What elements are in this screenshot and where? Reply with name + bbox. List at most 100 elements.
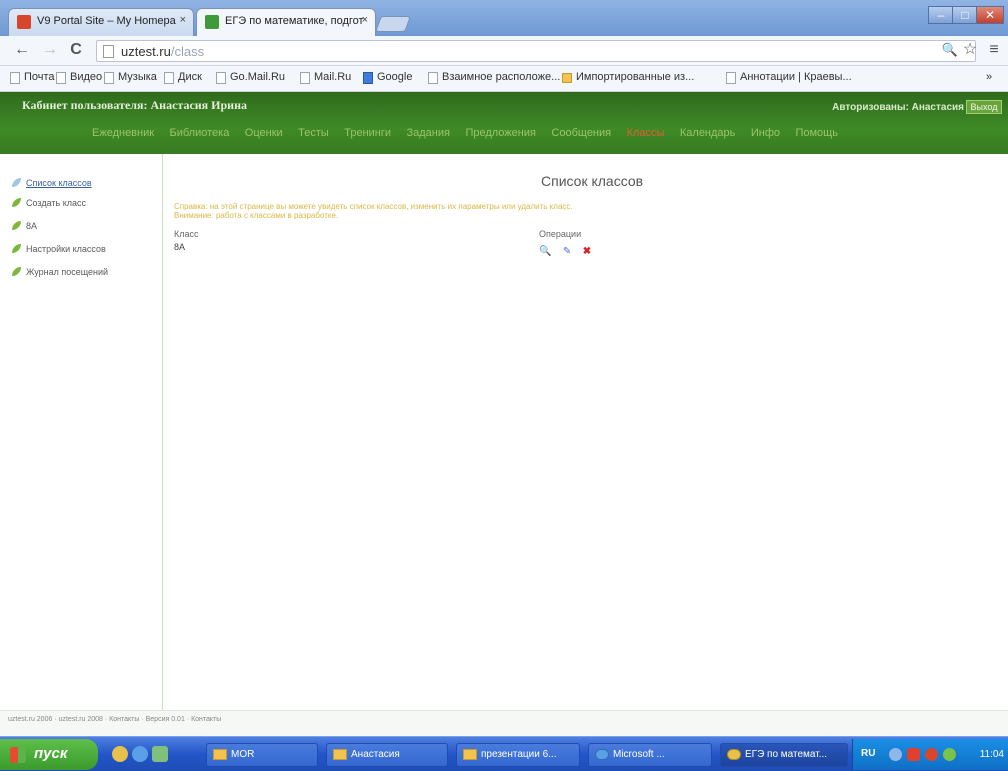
bookmark-label: Импортированные из... [576, 71, 695, 83]
help-text: Справка: на этой странице вы можете увид… [174, 202, 794, 220]
nav-item[interactable]: Задания [407, 127, 450, 139]
chrome-icon[interactable] [112, 746, 128, 762]
bookmark-item[interactable]: Google [363, 71, 412, 84]
close-tab-icon[interactable]: × [362, 14, 368, 26]
bookmark-label: Музыка [118, 71, 157, 83]
alert-icon[interactable] [925, 748, 938, 761]
new-tab-button[interactable] [375, 16, 411, 32]
sidebar-item-label: Список классов [26, 178, 92, 188]
sidebar-item-label: Создать класс [26, 198, 86, 208]
page-icon [103, 45, 114, 58]
windows-logo-icon [10, 747, 26, 763]
nav-item[interactable]: Ежедневник [92, 127, 154, 139]
task-label: ЕГЭ по математ... [745, 749, 828, 760]
bookmark-item[interactable]: Почта [10, 71, 55, 84]
main-content: Список классов Справка: на этой странице… [164, 154, 1008, 710]
start-button[interactable]: пуск [0, 739, 98, 770]
sidebar-item-label: 8А [26, 221, 38, 231]
edit-icon[interactable]: ✎ [563, 246, 571, 257]
column-header-class: Класс [174, 229, 199, 239]
google-icon [363, 72, 373, 84]
help-line: Внимание: работа с классами в разработке… [174, 211, 339, 220]
page-icon [56, 72, 66, 84]
language-indicator[interactable]: RU [861, 748, 875, 759]
zoom-icon[interactable]: 🔍 [940, 40, 960, 60]
system-tray: RU 11:04 [852, 739, 1008, 770]
site-header: Кабинет пользователя: Анастасия Ирина Ав… [0, 92, 1008, 154]
bookmark-item[interactable]: Музыка [104, 71, 157, 84]
address-domain: uztest.ru [121, 44, 171, 59]
nav-item[interactable]: Библиотека [170, 127, 230, 139]
windows-taskbar: пуск MOR Анастасия презентации 6... Micr… [0, 736, 1008, 771]
view-icon[interactable]: 🔍 [539, 246, 551, 257]
footer-text: uztest.ru 2006 · uztest.ru 2008 · Контак… [8, 716, 222, 723]
close-tab-icon[interactable]: × [180, 14, 186, 26]
task-label: MOR [231, 749, 255, 760]
address-bar[interactable]: uztest.ru/class [96, 40, 976, 62]
nav-item[interactable]: Предложения [465, 127, 536, 139]
logout-button[interactable]: Выход [966, 100, 1002, 114]
ie-icon[interactable] [132, 746, 148, 762]
nav-item[interactable]: Сообщения [551, 127, 611, 139]
sidebar-item-class-list[interactable]: Список классов [12, 178, 92, 188]
column-header-operations: Операции [539, 229, 582, 239]
delete-icon[interactable]: ✖ [583, 246, 591, 257]
forward-button[interactable]: → [40, 40, 60, 60]
close-window-button[interactable]: ✕ [976, 6, 1004, 24]
bookmark-label: Аннотации | Краевы... [740, 71, 852, 83]
minimize-button[interactable]: – [928, 6, 954, 24]
tab-label: ЕГЭ по математике, подгот [225, 15, 364, 27]
back-button[interactable]: ← [12, 40, 32, 60]
bookmarks-overflow-button[interactable]: » [986, 71, 992, 83]
sidebar-item-class-settings[interactable]: Настройки классов [12, 244, 106, 254]
leaf-icon [12, 198, 21, 207]
tab-v9-portal[interactable]: V9 Portal Site – My Homepa × [8, 8, 194, 36]
user-info: Авторизованы: Анастасия [832, 102, 964, 113]
folder-icon [213, 749, 227, 760]
list-icon [12, 178, 21, 187]
bookmark-label: » [986, 71, 993, 83]
start-label: пуск [34, 745, 68, 762]
folder-icon [463, 749, 477, 760]
sidebar-item-label: Настройки классов [26, 244, 106, 254]
page-icon [10, 72, 20, 84]
bookmark-item[interactable]: Mail.Ru [300, 71, 351, 84]
bookmark-item[interactable]: Аннотации | Краевы... [726, 71, 852, 84]
table-row-class[interactable]: 8А [174, 242, 185, 252]
page-icon [726, 72, 736, 84]
volume-icon[interactable] [943, 748, 956, 761]
page-title: Список классов [541, 173, 644, 189]
bookmark-item[interactable]: Диск [164, 71, 202, 84]
nav-item[interactable]: Тесты [298, 127, 329, 139]
desktop-icon[interactable] [152, 746, 168, 762]
sidebar-item-attendance[interactable]: Журнал посещений [12, 267, 108, 277]
antivirus-icon[interactable] [907, 748, 920, 761]
bookmark-item[interactable]: Взаимное расположе... [428, 71, 560, 84]
reload-button[interactable]: C [66, 40, 86, 60]
nav-item[interactable]: Оценки [245, 127, 283, 139]
maximize-button[interactable]: □ [952, 6, 978, 24]
task-button[interactable]: MOR [206, 743, 318, 767]
nav-item[interactable]: Инфо [751, 127, 780, 139]
task-button[interactable]: Анастасия [326, 743, 448, 767]
leaf-icon [12, 221, 21, 230]
bookmark-item[interactable]: Видео [56, 71, 102, 84]
task-button-active[interactable]: ЕГЭ по математ... [720, 743, 848, 767]
task-button[interactable]: презентации 6... [456, 743, 580, 767]
network-icon[interactable] [889, 748, 902, 761]
nav-item[interactable]: Тренинги [344, 127, 391, 139]
menu-icon[interactable]: ≡ [984, 40, 1004, 60]
tab-ege-math[interactable]: ЕГЭ по математике, подгот × [196, 8, 376, 36]
bookmark-item[interactable]: Go.Mail.Ru [216, 71, 285, 84]
sidebar-item-8a[interactable]: 8А [12, 221, 37, 231]
sidebar-item-create-class[interactable]: Создать класс [12, 198, 86, 208]
nav-item-classes[interactable]: Классы [627, 127, 665, 139]
star-icon[interactable]: ☆ [960, 40, 980, 60]
task-label: Microsoft ... [613, 749, 665, 760]
bookmark-item[interactable]: Импортированные из... [562, 71, 694, 83]
task-button[interactable]: Microsoft ... [588, 743, 712, 767]
nav-item[interactable]: Календарь [680, 127, 736, 139]
nav-item[interactable]: Помощь [795, 127, 838, 139]
ie-icon [595, 749, 609, 760]
sidebar-item-label: Журнал посещений [26, 267, 109, 277]
